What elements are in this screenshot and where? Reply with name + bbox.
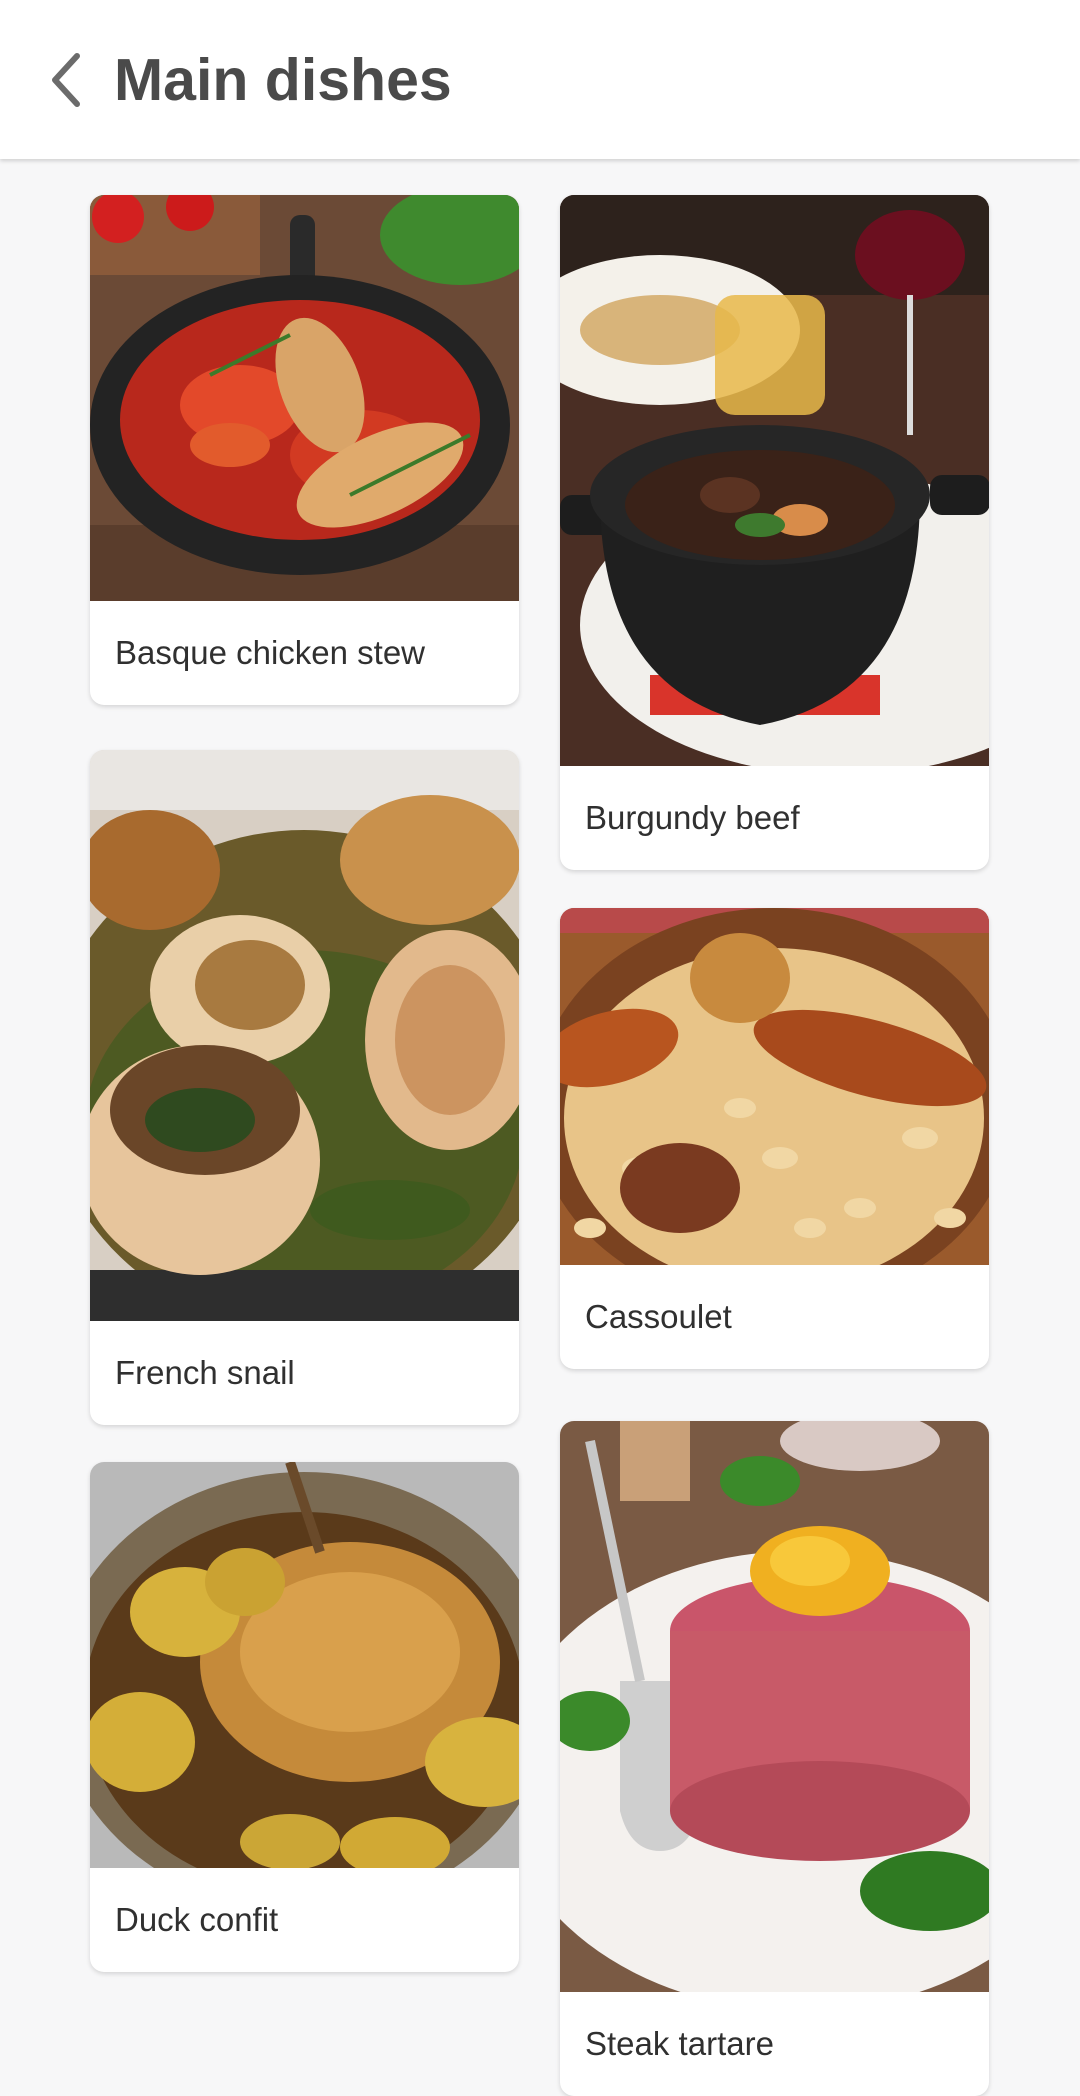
dish-card-steak-tartare[interactable]: Steak tartare	[560, 1421, 989, 2096]
app-bar: Main dishes	[0, 0, 1080, 159]
dish-name: Basque chicken stew	[115, 634, 426, 671]
dish-name: Cassoulet	[585, 1298, 732, 1335]
dish-name: Burgundy beef	[585, 799, 800, 836]
dish-card-burgundy-beef[interactable]: Burgundy beef	[560, 195, 989, 870]
dish-photo	[560, 195, 989, 766]
dish-photo	[90, 1462, 519, 1868]
dish-card-french-snail[interactable]: French snail	[90, 750, 519, 1425]
dish-card-cassoulet[interactable]: Cassoulet	[560, 908, 989, 1369]
dish-photo	[560, 908, 989, 1265]
dish-name: French snail	[115, 1354, 295, 1391]
dish-name: Steak tartare	[585, 2025, 774, 2062]
dish-photo	[90, 750, 519, 1321]
dish-card-duck-confit[interactable]: Duck confit	[90, 1462, 519, 1972]
dish-photo	[90, 195, 519, 601]
page-title: Main dishes	[114, 47, 452, 113]
chevron-left-icon	[52, 53, 80, 107]
dish-name: Duck confit	[115, 1901, 279, 1938]
dish-card-basque-chicken-stew[interactable]: Basque chicken stew	[90, 195, 519, 705]
dish-photo	[560, 1421, 989, 1992]
back-button[interactable]	[30, 40, 100, 120]
